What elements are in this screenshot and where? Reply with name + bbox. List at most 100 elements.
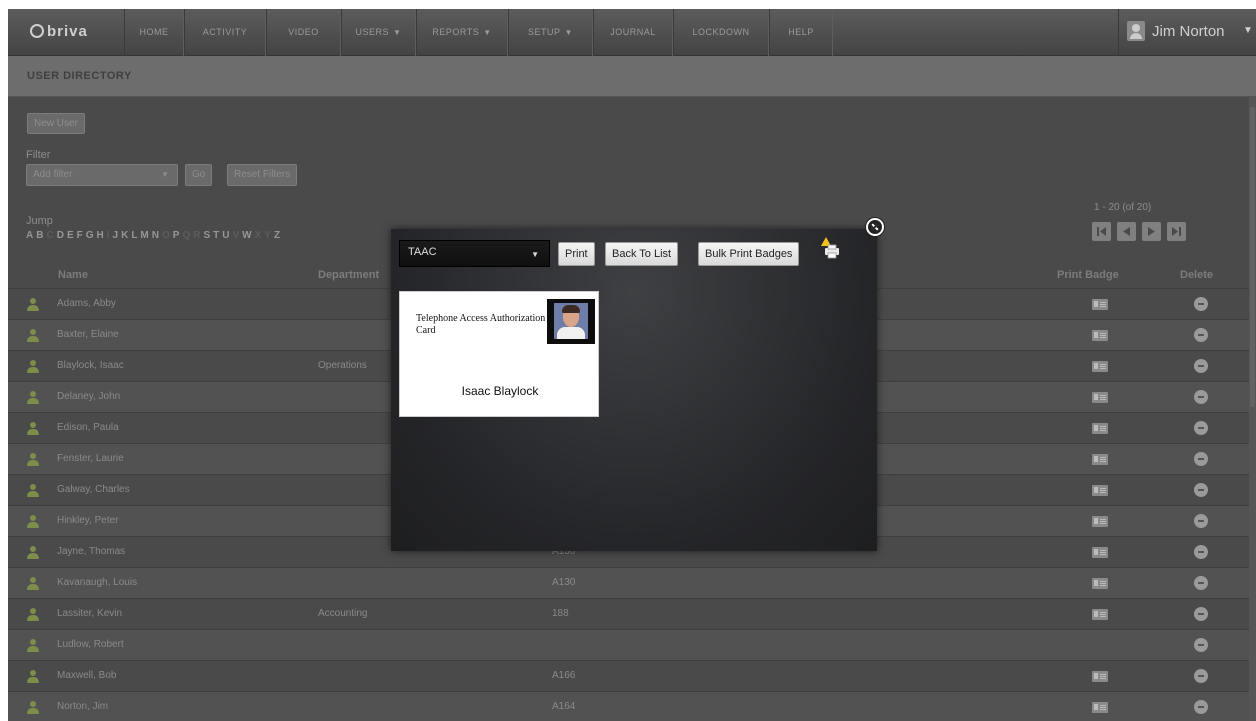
user-name-cell[interactable]: Adams, Abby bbox=[57, 298, 116, 309]
card-title: Telephone Access Authorization Card bbox=[416, 313, 546, 336]
print-badge-icon[interactable] bbox=[1092, 330, 1108, 341]
nav-users[interactable]: USERS ▼ bbox=[341, 9, 416, 56]
jump-letter-z[interactable]: Z bbox=[274, 230, 283, 241]
nav-home[interactable]: HOME bbox=[124, 9, 184, 56]
back-to-list-button[interactable]: Back To List bbox=[605, 242, 679, 266]
column-header-department[interactable]: Department bbox=[318, 269, 379, 281]
print-badge-icon[interactable] bbox=[1092, 516, 1108, 527]
user-name-cell[interactable]: Hinkley, Peter bbox=[57, 515, 119, 526]
close-icon[interactable] bbox=[865, 217, 885, 237]
badge-template-select[interactable]: TAAC ▼ bbox=[399, 240, 550, 267]
jump-letter-k[interactable]: K bbox=[121, 230, 131, 241]
nav-setup-label: SETUP bbox=[528, 27, 561, 37]
nav-setup[interactable]: SETUP ▼ bbox=[508, 9, 593, 56]
jump-letter-d[interactable]: D bbox=[57, 230, 67, 241]
jump-letter-b[interactable]: B bbox=[36, 230, 46, 241]
new-user-button[interactable]: New User bbox=[27, 113, 85, 134]
filter-select[interactable]: Add filter ▼ bbox=[26, 164, 178, 186]
user-name-cell[interactable]: Lassiter, Kevin bbox=[57, 608, 122, 619]
table-row[interactable]: Kavanaugh, Louis A130 bbox=[8, 567, 1256, 598]
jump-letter-m[interactable]: M bbox=[140, 230, 151, 241]
jump-letter-f[interactable]: F bbox=[77, 230, 86, 241]
user-icon bbox=[27, 515, 39, 529]
delete-icon[interactable] bbox=[1194, 514, 1208, 528]
user-menu[interactable]: Jim Norton ▼ bbox=[1118, 9, 1256, 56]
print-badge-icon[interactable] bbox=[1092, 454, 1108, 465]
print-badge-icon[interactable] bbox=[1092, 392, 1108, 403]
user-name-cell[interactable]: Ludlow, Robert bbox=[57, 639, 124, 650]
delete-icon[interactable] bbox=[1194, 421, 1208, 435]
jump-letter-n[interactable]: N bbox=[152, 230, 162, 241]
delete-icon[interactable] bbox=[1194, 328, 1208, 342]
user-icon bbox=[27, 701, 39, 715]
nav-activity[interactable]: ACTIVITY bbox=[184, 9, 266, 56]
jump-letter-s[interactable]: S bbox=[203, 230, 213, 241]
user-name-cell[interactable]: Baxter, Elaine bbox=[57, 329, 119, 340]
nav-help-label: HELP bbox=[788, 27, 814, 37]
delete-icon[interactable] bbox=[1194, 638, 1208, 652]
jump-letter-p[interactable]: P bbox=[173, 230, 183, 241]
delete-icon[interactable] bbox=[1194, 359, 1208, 373]
print-badge-icon[interactable] bbox=[1092, 299, 1108, 310]
nav-video[interactable]: VIDEO bbox=[266, 9, 341, 56]
table-row[interactable]: Ludlow, Robert bbox=[8, 629, 1256, 660]
user-icon bbox=[27, 484, 39, 498]
delete-icon[interactable] bbox=[1194, 669, 1208, 683]
delete-icon[interactable] bbox=[1194, 545, 1208, 559]
user-name-cell[interactable]: Edison, Paula bbox=[57, 422, 119, 433]
user-name-cell[interactable]: Jayne, Thomas bbox=[57, 546, 125, 557]
nav-lockdown-label: LOCKDOWN bbox=[692, 27, 750, 37]
print-badge-icon[interactable] bbox=[1092, 361, 1108, 372]
print-badge-icon[interactable] bbox=[1092, 578, 1108, 589]
nav-help[interactable]: HELP bbox=[769, 9, 833, 56]
printer-alert-icon[interactable] bbox=[819, 236, 843, 260]
print-badge-icon[interactable] bbox=[1092, 485, 1108, 496]
first-page-button[interactable] bbox=[1092, 222, 1111, 241]
print-button[interactable]: Print bbox=[558, 242, 595, 266]
print-badge-icon[interactable] bbox=[1092, 702, 1108, 713]
delete-icon[interactable] bbox=[1194, 297, 1208, 311]
delete-icon[interactable] bbox=[1194, 452, 1208, 466]
user-name-cell[interactable]: Delaney, John bbox=[57, 391, 120, 402]
logo[interactable]: briva bbox=[30, 23, 88, 40]
nav-reports[interactable]: REPORTS ▼ bbox=[416, 9, 508, 56]
jump-letter-g[interactable]: G bbox=[86, 230, 97, 241]
delete-icon[interactable] bbox=[1194, 607, 1208, 621]
column-header-name[interactable]: Name bbox=[58, 269, 88, 281]
scrollbar-thumb[interactable] bbox=[1250, 107, 1255, 407]
jump-letter-h[interactable]: H bbox=[97, 230, 107, 241]
jump-letter-e[interactable]: E bbox=[67, 230, 77, 241]
user-name-cell[interactable]: Kavanaugh, Louis bbox=[57, 577, 137, 588]
print-badge-icon[interactable] bbox=[1092, 547, 1108, 558]
user-name-cell[interactable]: Blaylock, Isaac bbox=[57, 360, 124, 371]
next-page-button[interactable] bbox=[1142, 222, 1161, 241]
jump-letter-w[interactable]: W bbox=[242, 230, 254, 241]
table-row[interactable]: Norton, Jim A164 bbox=[8, 691, 1256, 721]
jump-letter-j[interactable]: J bbox=[113, 230, 122, 241]
table-row[interactable]: Maxwell, Bob A166 bbox=[8, 660, 1256, 691]
jump-letter-t[interactable]: T bbox=[213, 230, 222, 241]
user-icon bbox=[27, 608, 39, 622]
jump-letter-u[interactable]: U bbox=[222, 230, 232, 241]
nav-lockdown[interactable]: LOCKDOWN bbox=[673, 9, 769, 56]
print-badge-icon[interactable] bbox=[1092, 423, 1108, 434]
user-name-cell[interactable]: Maxwell, Bob bbox=[57, 670, 116, 681]
delete-icon[interactable] bbox=[1194, 483, 1208, 497]
print-badge-icon[interactable] bbox=[1092, 609, 1108, 620]
user-name-cell[interactable]: Fenster, Laurie bbox=[57, 453, 124, 464]
user-name-cell[interactable]: Norton, Jim bbox=[57, 701, 108, 712]
prev-page-button[interactable] bbox=[1117, 222, 1136, 241]
reset-filters-button[interactable]: Reset Filters bbox=[227, 164, 298, 186]
delete-icon[interactable] bbox=[1194, 390, 1208, 404]
table-row[interactable]: Lassiter, Kevin Accounting 188 bbox=[8, 598, 1256, 629]
go-button[interactable]: Go bbox=[185, 164, 213, 186]
last-page-button[interactable] bbox=[1167, 222, 1186, 241]
nav-journal[interactable]: JOURNAL bbox=[593, 9, 673, 56]
delete-icon[interactable] bbox=[1194, 576, 1208, 590]
scrollbar[interactable] bbox=[1249, 97, 1256, 721]
bulk-print-badges-button[interactable]: Bulk Print Badges bbox=[698, 242, 800, 266]
user-name-cell[interactable]: Galway, Charles bbox=[57, 484, 130, 495]
print-badge-icon[interactable] bbox=[1092, 671, 1108, 682]
delete-icon[interactable] bbox=[1194, 700, 1208, 714]
jump-letter-a[interactable]: A bbox=[26, 230, 36, 241]
